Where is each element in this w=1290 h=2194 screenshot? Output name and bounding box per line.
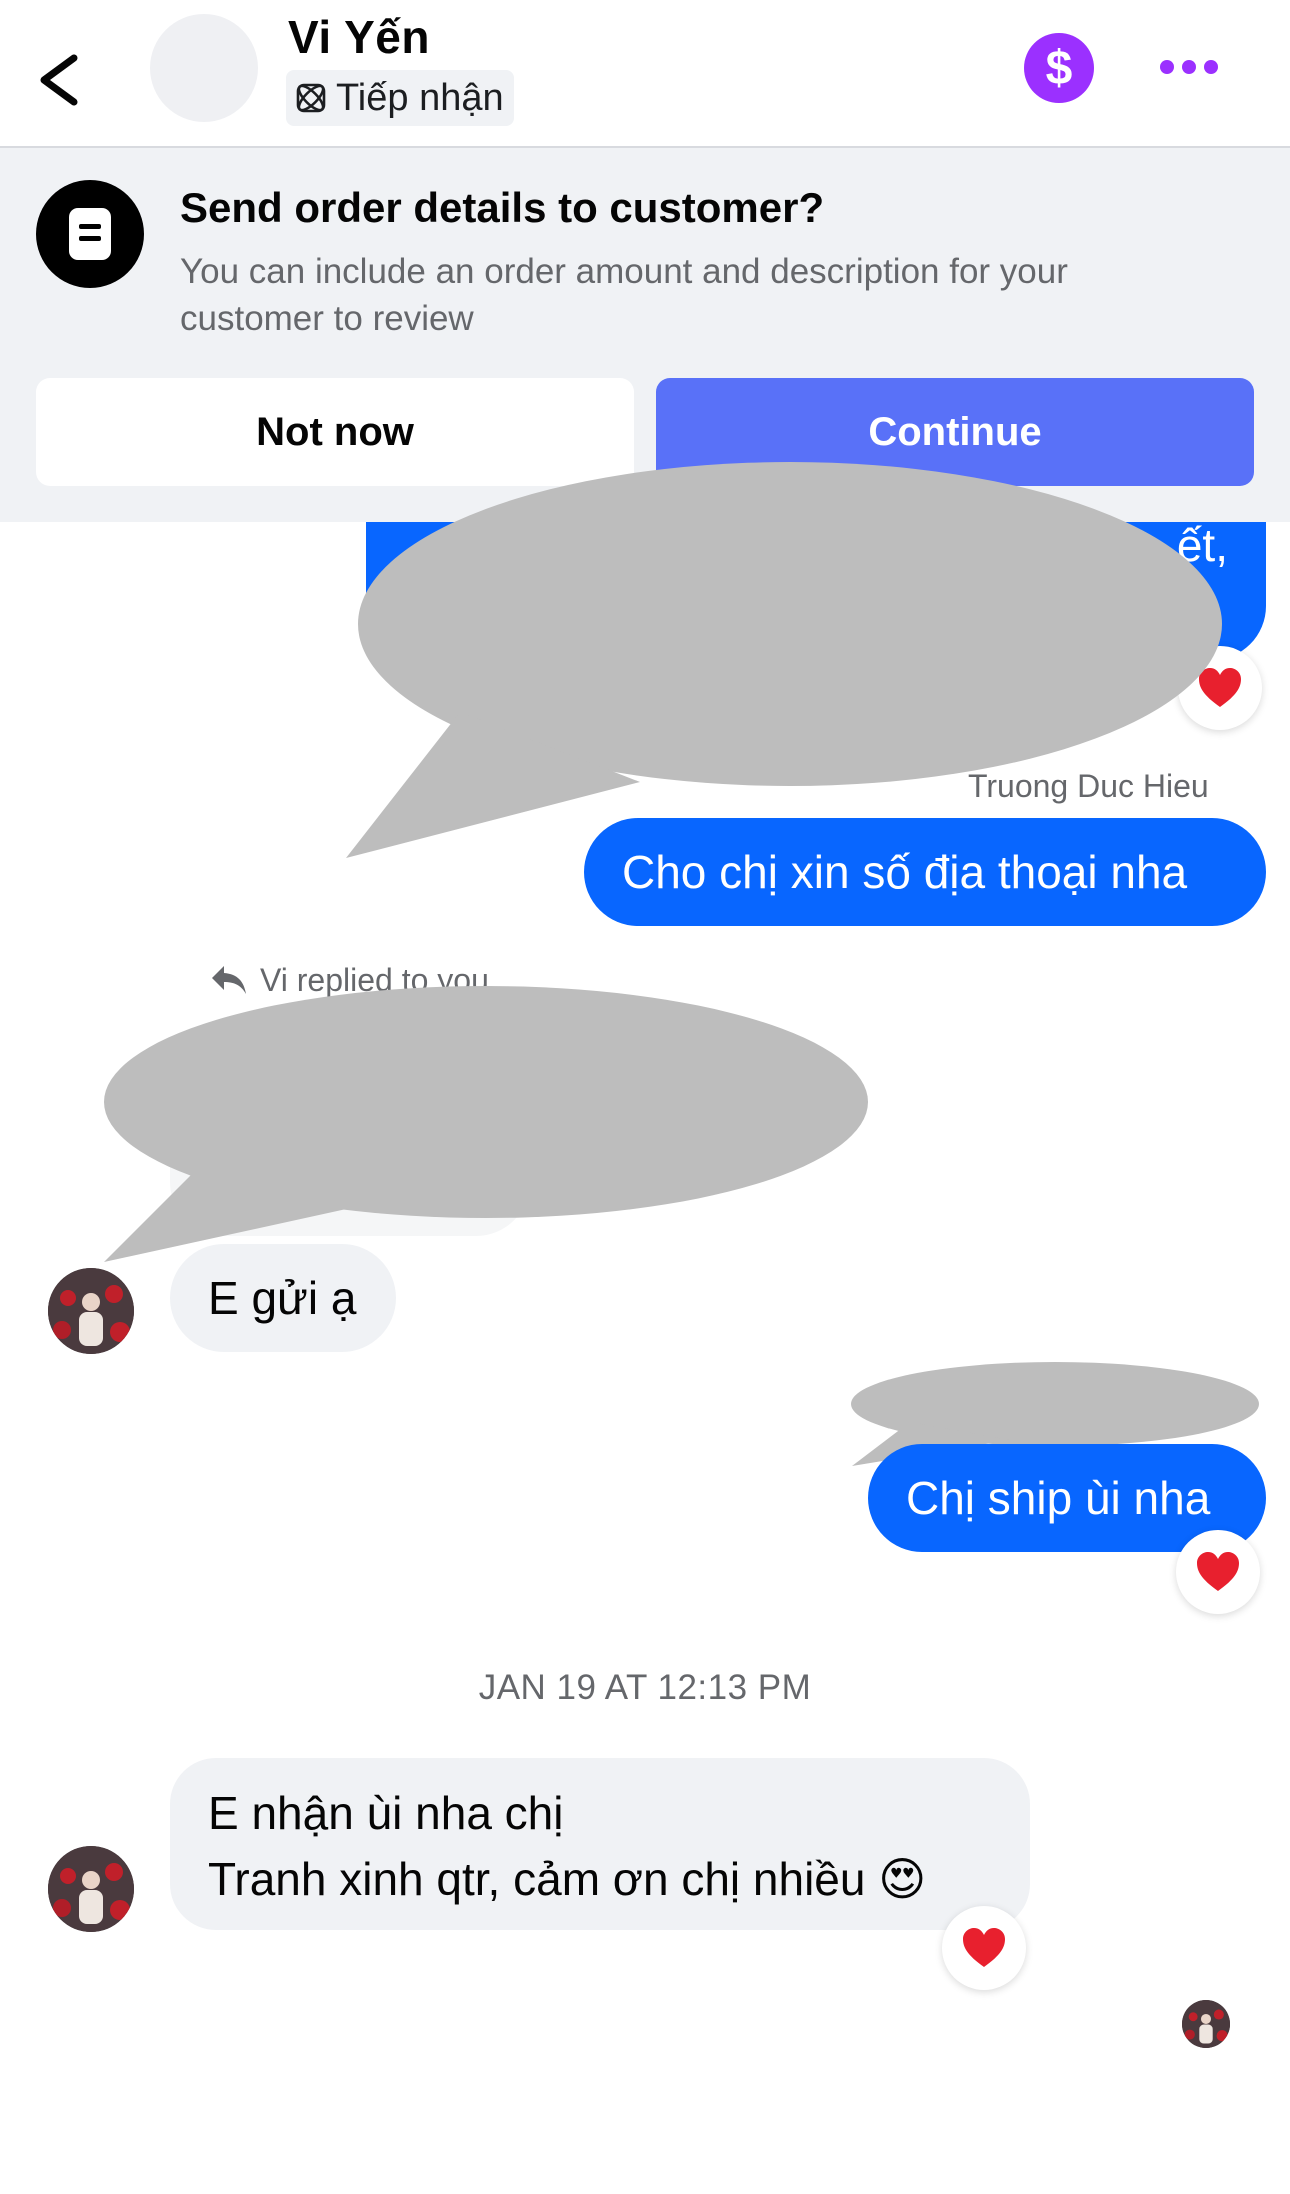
reaction-heart[interactable] [942,1906,1026,1990]
message-text: Chị ship ùi nha [906,1472,1211,1524]
message-timestamp: JAN 19 AT 12:13 PM [478,1668,812,1707]
heart-icon [963,1928,1005,1967]
dollar-icon: $ [1045,41,1073,95]
message-text: E gửi ạ [208,1272,357,1324]
sender-name: Truong Duc Hieu [968,768,1209,804]
chat-header: Vi Yến Tiếp nhận $ [0,0,1290,148]
status-label: Tiếp nhận [336,76,504,119]
read-receipt-avatar [1182,2000,1230,2048]
more-options-button[interactable] [1160,52,1220,82]
redaction-speech-shape [104,986,868,1262]
order-receipt-icon [36,180,144,288]
message-text: Cho chị xin số địa thoại nha [622,846,1188,898]
contact-avatar-small[interactable] [48,1268,134,1354]
contact-avatar[interactable] [150,14,258,122]
more-dots-icon [1160,60,1174,74]
chevron-left-icon [40,54,78,106]
contact-avatar-small[interactable] [48,1846,134,1932]
heart-icon [1197,1552,1239,1591]
message-text-line: Tranh xinh qtr, cảm ơn chị nhiều 😍 [208,1852,927,1906]
message-bubble-outgoing[interactable]: Cho chị xin số địa thoại nha [584,818,1266,926]
payment-button[interactable]: $ [1024,33,1094,103]
heart-eyes-emoji: 😍 [878,1852,927,1906]
contact-name[interactable]: Vi Yến [288,10,430,64]
banner-title: Send order details to customer? [180,184,825,231]
message-bubble-incoming[interactable]: E nhận ùi nha chị Tranh xinh qtr, cảm ơn… [170,1758,1030,1930]
conversation-status[interactable]: Tiếp nhận [286,70,514,126]
reaction-heart[interactable] [1176,1530,1260,1614]
banner-description: You can include an order amount and desc… [180,252,1068,338]
message-text-line: E nhận ùi nha chị [208,1787,564,1839]
atom-icon [296,83,326,113]
message-bubble-incoming[interactable]: E gửi ạ [170,1244,396,1352]
back-button[interactable] [30,40,90,120]
